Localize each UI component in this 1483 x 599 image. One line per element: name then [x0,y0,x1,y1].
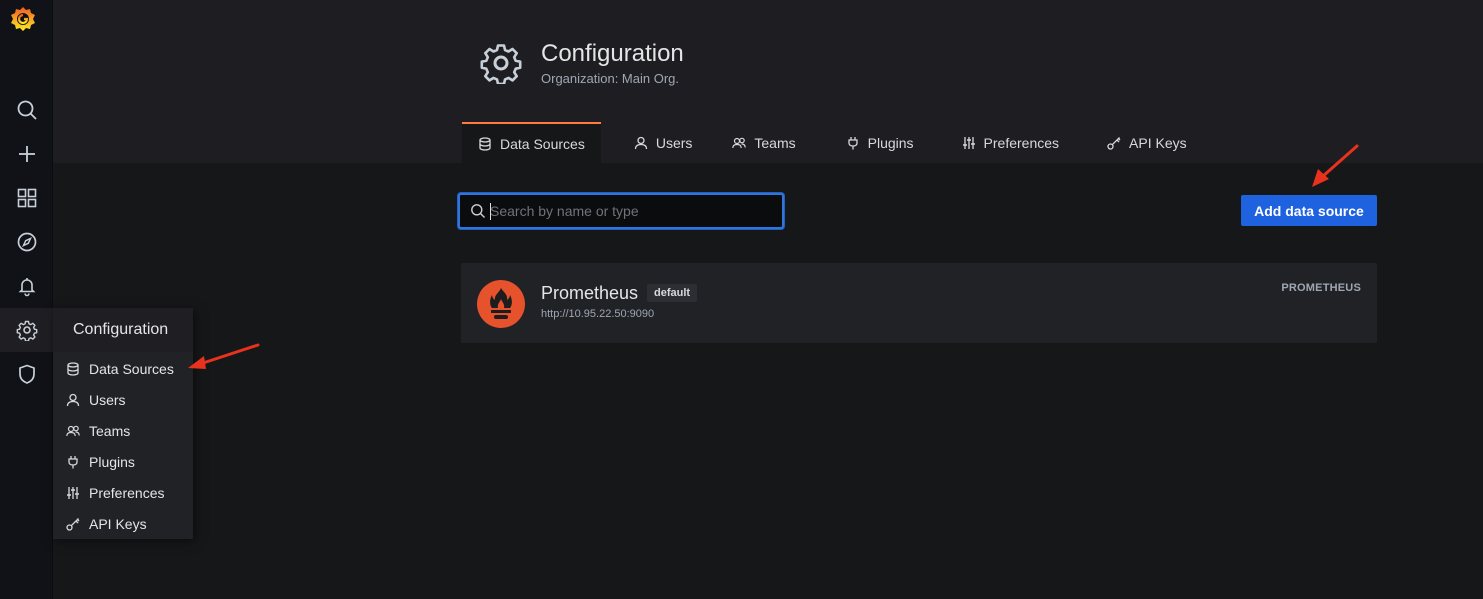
flyout-item-label: Plugins [89,453,135,470]
flyout-item-label: Data Sources [89,360,174,377]
explore-compass-icon[interactable] [0,220,53,264]
tab-label: API Keys [1129,134,1187,151]
flyout-item-preferences[interactable]: Preferences [53,477,193,508]
search-field[interactable] [458,193,784,229]
database-icon [479,136,491,151]
tab-data-sources[interactable]: Data Sources [462,122,601,163]
datasource-card[interactable]: Prometheus default http://10.95.22.50:90… [461,263,1377,343]
flyout-item-label: Preferences [89,484,165,501]
page-subtitle: Organization: Main Org. [541,71,680,86]
tab-label: Data Sources [500,135,585,152]
tab-label: Users [655,134,693,151]
datasource-url: http://10.95.22.50:9090 [541,308,655,320]
sidebar [0,0,53,599]
flyout-item-data-sources[interactable]: Data Sources [53,353,193,384]
configuration-flyout-menu: Configuration Data Sources Users Teams P… [53,308,193,539]
flyout-item-api-keys[interactable]: API Keys [53,508,193,539]
plug-icon [68,455,78,468]
flyout-header: Configuration [53,308,193,352]
page-title: Configuration [541,40,684,67]
flyout-item-label: Users [89,391,126,408]
sliders-icon [962,136,975,149]
tab-plugins[interactable]: Plugins [831,122,929,163]
user-icon [66,393,80,406]
key-icon [66,517,80,531]
alerting-bell-icon[interactable] [0,264,53,308]
config-tabs: Data Sources Users Teams Plugins Prefere… [462,122,1206,163]
search-input[interactable] [490,195,780,227]
tab-label: Plugins [867,134,914,151]
sliders-icon [67,486,79,499]
plus-icon[interactable] [0,132,53,176]
default-badge: default [647,284,698,302]
text-caret [490,203,491,220]
flyout-item-teams[interactable]: Teams [53,415,193,446]
database-icon [67,361,79,376]
flyout-item-label: Teams [89,422,131,439]
tab-api-keys[interactable]: API Keys [1092,122,1202,163]
flyout-item-users[interactable]: Users [53,384,193,415]
search-icon [471,204,485,218]
gear-icon[interactable] [0,308,53,352]
tab-teams[interactable]: Teams [717,122,810,163]
flyout-item-plugins[interactable]: Plugins [53,446,193,477]
tab-label: Preferences [983,134,1060,151]
datasource-name: Prometheus [541,283,639,303]
users-icon [66,425,80,436]
flyout-title[interactable]: Configuration [73,321,168,339]
dashboards-icon[interactable] [0,176,53,220]
shield-icon[interactable] [0,352,53,396]
flyout-item-label: API Keys [89,515,147,532]
plug-icon [847,136,858,149]
user-icon [634,136,647,149]
tab-users[interactable]: Users [619,122,708,163]
prometheus-logo-icon [477,280,525,328]
add-data-source-button[interactable]: Add data source [1241,195,1377,226]
tab-label: Teams [754,134,796,151]
users-icon [732,137,747,148]
tab-preferences[interactable]: Preferences [947,122,1074,163]
grafana-logo-icon[interactable] [8,4,38,34]
datasource-type: PROMETHEUS [1281,282,1361,294]
key-icon [1107,136,1121,150]
search-icon[interactable] [0,88,53,132]
gear-icon [480,42,522,86]
